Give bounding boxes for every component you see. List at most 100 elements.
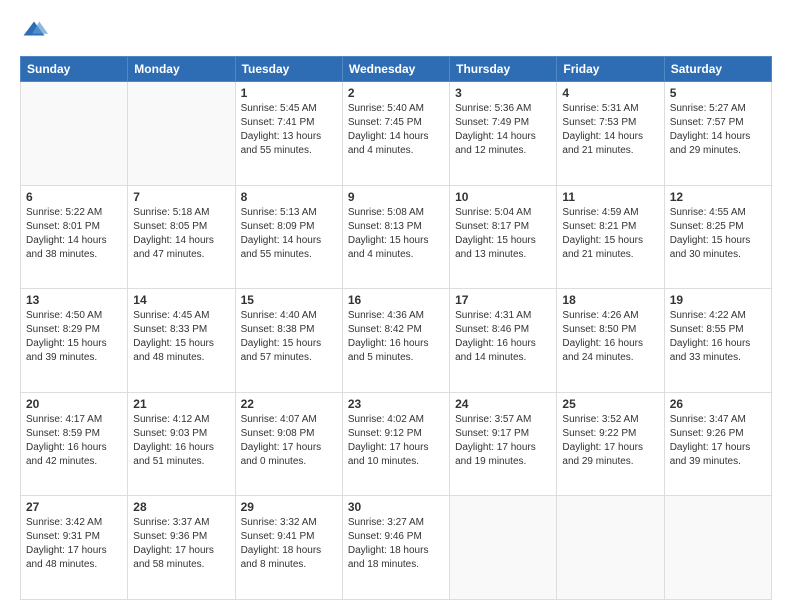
day-info: Sunrise: 4:17 AM Sunset: 8:59 PM Dayligh… xyxy=(26,413,122,469)
day-info: Sunrise: 4:31 AM Sunset: 8:46 PM Dayligh… xyxy=(455,309,551,365)
day-cell: 10 Sunrise: 5:04 AM Sunset: 8:17 PM Dayli… xyxy=(450,185,557,289)
day-number: 14 xyxy=(133,293,229,307)
day-number: 8 xyxy=(241,190,337,204)
col-header-saturday: Saturday xyxy=(664,57,771,82)
day-info: Sunrise: 4:07 AM Sunset: 9:08 PM Dayligh… xyxy=(241,413,337,469)
day-cell: 28Sunrise: 3:37 AM Sunset: 9:36 PM Dayli… xyxy=(128,496,235,600)
logo-icon xyxy=(20,18,48,46)
week-row-4: 20 Sunrise: 4:17 AM Sunset: 8:59 PM Dayli… xyxy=(21,392,772,496)
day-cell: 22 Sunrise: 4:07 AM Sunset: 9:08 PM Dayli… xyxy=(235,392,342,496)
day-cell: 13 Sunrise: 4:50 AM Sunset: 8:29 PM Dayli… xyxy=(21,289,128,393)
day-info: Sunrise: 5:27 AM Sunset: 7:57 PM Dayligh… xyxy=(670,102,766,158)
day-info: Sunrise: 5:13 AM Sunset: 8:09 PM Dayligh… xyxy=(241,206,337,262)
col-header-thursday: Thursday xyxy=(450,57,557,82)
day-cell: 7 Sunrise: 5:18 AM Sunset: 8:05 PM Daylig… xyxy=(128,185,235,289)
day-number: 29 xyxy=(241,500,337,514)
day-number: 22 xyxy=(241,397,337,411)
day-info: Sunrise: 4:45 AM Sunset: 8:33 PM Dayligh… xyxy=(133,309,229,365)
day-cell: 26 Sunrise: 3:47 AM Sunset: 9:26 PM Dayli… xyxy=(664,392,771,496)
day-number: 13 xyxy=(26,293,122,307)
day-cell: 12 Sunrise: 4:55 AM Sunset: 8:25 PM Dayli… xyxy=(664,185,771,289)
day-cell xyxy=(664,496,771,600)
day-info: Sunrise: 3:32 AM Sunset: 9:41 PM Dayligh… xyxy=(241,516,337,572)
day-number: 7 xyxy=(133,190,229,204)
day-cell: 23 Sunrise: 4:02 AM Sunset: 9:12 PM Dayli… xyxy=(342,392,449,496)
day-number: 1 xyxy=(241,86,337,100)
day-cell: 6 Sunrise: 5:22 AM Sunset: 8:01 PM Daylig… xyxy=(21,185,128,289)
logo xyxy=(20,18,52,46)
day-info: Sunrise: 5:40 AM Sunset: 7:45 PM Dayligh… xyxy=(348,102,444,158)
day-number: 23 xyxy=(348,397,444,411)
day-number: 3 xyxy=(455,86,551,100)
header-row: SundayMondayTuesdayWednesdayThursdayFrid… xyxy=(21,57,772,82)
day-info: Sunrise: 4:40 AM Sunset: 8:38 PM Dayligh… xyxy=(241,309,337,365)
day-number: 17 xyxy=(455,293,551,307)
day-info: Sunrise: 4:55 AM Sunset: 8:25 PM Dayligh… xyxy=(670,206,766,262)
day-number: 19 xyxy=(670,293,766,307)
day-number: 28 xyxy=(133,500,229,514)
col-header-wednesday: Wednesday xyxy=(342,57,449,82)
day-info: Sunrise: 5:08 AM Sunset: 8:13 PM Dayligh… xyxy=(348,206,444,262)
day-cell xyxy=(450,496,557,600)
day-cell: 27 Sunrise: 3:42 AM Sunset: 9:31 PM Dayli… xyxy=(21,496,128,600)
day-cell: 15Sunrise: 4:40 AM Sunset: 8:38 PM Dayli… xyxy=(235,289,342,393)
day-number: 11 xyxy=(562,190,658,204)
day-cell xyxy=(557,496,664,600)
col-header-friday: Friday xyxy=(557,57,664,82)
col-header-sunday: Sunday xyxy=(21,57,128,82)
day-info: Sunrise: 4:59 AM Sunset: 8:21 PM Dayligh… xyxy=(562,206,658,262)
day-number: 21 xyxy=(133,397,229,411)
day-cell: 8 Sunrise: 5:13 AM Sunset: 8:09 PM Daylig… xyxy=(235,185,342,289)
day-number: 30 xyxy=(348,500,444,514)
day-info: Sunrise: 4:26 AM Sunset: 8:50 PM Dayligh… xyxy=(562,309,658,365)
week-row-1: 1 Sunrise: 5:45 AM Sunset: 7:41 PM Daylig… xyxy=(21,82,772,186)
day-info: Sunrise: 3:52 AM Sunset: 9:22 PM Dayligh… xyxy=(562,413,658,469)
day-number: 27 xyxy=(26,500,122,514)
day-cell: 5 Sunrise: 5:27 AM Sunset: 7:57 PM Daylig… xyxy=(664,82,771,186)
col-header-monday: Monday xyxy=(128,57,235,82)
day-cell xyxy=(21,82,128,186)
day-cell: 20 Sunrise: 4:17 AM Sunset: 8:59 PM Dayli… xyxy=(21,392,128,496)
day-cell: 14 Sunrise: 4:45 AM Sunset: 8:33 PM Dayli… xyxy=(128,289,235,393)
day-cell: 3 Sunrise: 5:36 AM Sunset: 7:49 PM Daylig… xyxy=(450,82,557,186)
day-info: Sunrise: 5:22 AM Sunset: 8:01 PM Dayligh… xyxy=(26,206,122,262)
day-info: Sunrise: 3:42 AM Sunset: 9:31 PM Dayligh… xyxy=(26,516,122,572)
col-header-tuesday: Tuesday xyxy=(235,57,342,82)
day-info: Sunrise: 3:47 AM Sunset: 9:26 PM Dayligh… xyxy=(670,413,766,469)
calendar-table: SundayMondayTuesdayWednesdayThursdayFrid… xyxy=(20,56,772,600)
day-number: 4 xyxy=(562,86,658,100)
day-info: Sunrise: 5:04 AM Sunset: 8:17 PM Dayligh… xyxy=(455,206,551,262)
day-info: Sunrise: 4:50 AM Sunset: 8:29 PM Dayligh… xyxy=(26,309,122,365)
day-info: Sunrise: 5:36 AM Sunset: 7:49 PM Dayligh… xyxy=(455,102,551,158)
day-cell: 19 Sunrise: 4:22 AM Sunset: 8:55 PM Dayli… xyxy=(664,289,771,393)
day-cell: 4Sunrise: 5:31 AM Sunset: 7:53 PM Daylig… xyxy=(557,82,664,186)
day-number: 18 xyxy=(562,293,658,307)
day-number: 2 xyxy=(348,86,444,100)
day-number: 20 xyxy=(26,397,122,411)
week-row-5: 27 Sunrise: 3:42 AM Sunset: 9:31 PM Dayli… xyxy=(21,496,772,600)
day-cell: 16 Sunrise: 4:36 AM Sunset: 8:42 PM Dayli… xyxy=(342,289,449,393)
week-row-2: 6 Sunrise: 5:22 AM Sunset: 8:01 PM Daylig… xyxy=(21,185,772,289)
day-cell: 29 Sunrise: 3:32 AM Sunset: 9:41 PM Dayli… xyxy=(235,496,342,600)
day-number: 6 xyxy=(26,190,122,204)
day-info: Sunrise: 4:02 AM Sunset: 9:12 PM Dayligh… xyxy=(348,413,444,469)
day-number: 16 xyxy=(348,293,444,307)
day-info: Sunrise: 4:22 AM Sunset: 8:55 PM Dayligh… xyxy=(670,309,766,365)
page: SundayMondayTuesdayWednesdayThursdayFrid… xyxy=(0,0,792,612)
day-cell: 9 Sunrise: 5:08 AM Sunset: 8:13 PM Daylig… xyxy=(342,185,449,289)
day-number: 26 xyxy=(670,397,766,411)
day-number: 10 xyxy=(455,190,551,204)
day-number: 9 xyxy=(348,190,444,204)
day-info: Sunrise: 4:36 AM Sunset: 8:42 PM Dayligh… xyxy=(348,309,444,365)
day-info: Sunrise: 3:27 AM Sunset: 9:46 PM Dayligh… xyxy=(348,516,444,572)
day-info: Sunrise: 5:45 AM Sunset: 7:41 PM Dayligh… xyxy=(241,102,337,158)
header xyxy=(20,18,772,46)
day-cell: 18 Sunrise: 4:26 AM Sunset: 8:50 PM Dayli… xyxy=(557,289,664,393)
day-number: 12 xyxy=(670,190,766,204)
day-number: 25 xyxy=(562,397,658,411)
day-cell: 17 Sunrise: 4:31 AM Sunset: 8:46 PM Dayli… xyxy=(450,289,557,393)
day-cell xyxy=(128,82,235,186)
day-cell: 25 Sunrise: 3:52 AM Sunset: 9:22 PM Dayli… xyxy=(557,392,664,496)
day-info: Sunrise: 5:18 AM Sunset: 8:05 PM Dayligh… xyxy=(133,206,229,262)
day-number: 5 xyxy=(670,86,766,100)
